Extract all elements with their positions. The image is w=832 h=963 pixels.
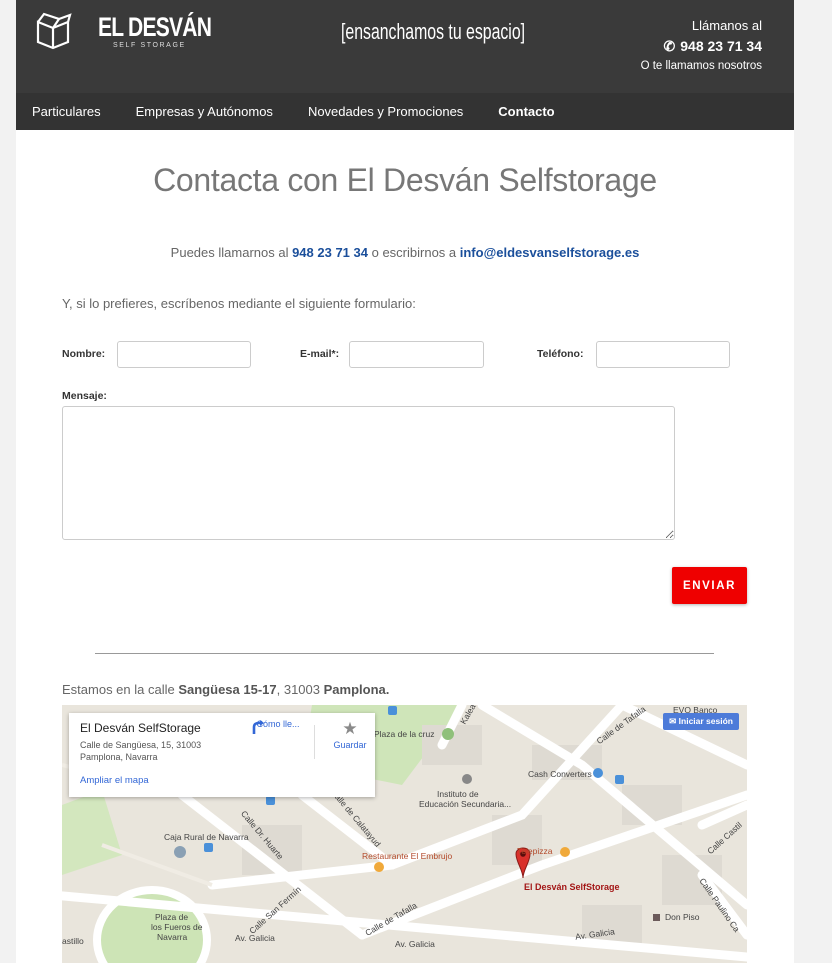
- map-label-galicia-2: Av. Galicia: [395, 939, 435, 949]
- brand-name[interactable]: EL DESVÁN: [98, 12, 212, 43]
- slogan: [ensanchamos tu espacio]: [341, 19, 526, 44]
- email-label: E-mail*:: [300, 348, 340, 360]
- send-button[interactable]: ENVIAR: [672, 567, 747, 604]
- map-label-cash-converters: Cash Converters: [528, 769, 592, 779]
- location-city: Pamplona.: [323, 682, 390, 697]
- brand-subtitle: SELF STORAGE: [113, 42, 186, 49]
- directions-button[interactable]: Cómo lle...: [250, 719, 306, 734]
- map-label-plaza-fueros-3: Navarra: [157, 932, 188, 942]
- location-pre: Estamos en la calle: [62, 682, 179, 697]
- nav-item-contacto[interactable]: Contacto: [498, 104, 554, 119]
- map-marker-label[interactable]: El Desván SelfStorage: [524, 882, 620, 892]
- phone-icon: ✆: [663, 38, 676, 54]
- contact-pre: Puedes llamarnos al: [170, 245, 293, 260]
- name-label: Nombre:: [62, 348, 106, 360]
- phone-field[interactable]: [596, 341, 730, 368]
- contact-email-link[interactable]: info@eldesvanselfstorage.es: [460, 245, 640, 260]
- phone-label: Teléfono:: [537, 348, 584, 360]
- message-field[interactable]: [62, 406, 675, 540]
- map-card-title: El Desván SelfStorage: [80, 721, 201, 735]
- map-label-plaza-cruz: Plaza de la cruz: [374, 729, 435, 739]
- nav-item-empresas[interactable]: Empresas y Autónomos: [136, 104, 273, 119]
- header-phone[interactable]: ✆ 948 23 71 34: [641, 38, 762, 55]
- page: EL DESVÁN SELF STORAGE [ensanchamos tu e…: [16, 0, 794, 963]
- map-label-galicia-1: Av. Galicia: [235, 933, 275, 943]
- name-field[interactable]: [117, 341, 251, 368]
- call-box: Llámanos al ✆ 948 23 71 34 O te llamamos …: [641, 18, 762, 72]
- user-icon: ✉: [669, 716, 677, 726]
- site-header: EL DESVÁN SELF STORAGE [ensanchamos tu e…: [16, 0, 794, 93]
- page-title: Contacta con El Desván Selfstorage: [153, 162, 657, 198]
- location-mid: , 31003: [276, 682, 324, 697]
- map-label-don-piso: Don Piso: [665, 912, 700, 922]
- map-signin-button[interactable]: ✉ Iniciar sesión: [663, 713, 739, 730]
- contact-phone-link[interactable]: 948 23 71 34: [292, 245, 368, 260]
- map-label-plaza-fueros-1: Plaza de: [155, 912, 189, 922]
- callback-link[interactable]: O te llamamos nosotros: [641, 60, 762, 72]
- map-label-instituto-2: Educación Secundaria...: [419, 799, 512, 809]
- call-label: Llámanos al: [691, 18, 762, 33]
- header-phone-number[interactable]: 948 23 71 34: [680, 38, 762, 54]
- card-separator: [314, 725, 315, 759]
- main-nav: Particulares Empresas y Autónomos Noveda…: [16, 93, 794, 130]
- map-embed[interactable]: Plaza de la cruz Kalea Cash Converters E…: [62, 705, 747, 963]
- map-card-address-line-2: Pamplona, Navarra: [80, 752, 158, 762]
- divider: [95, 653, 714, 654]
- star-icon: ★: [342, 719, 358, 738]
- form-intro: Y, si lo prefieres, escríbenos mediante …: [62, 296, 416, 311]
- map-info-card: El Desván SelfStorage Calle de Sangüesa,…: [69, 713, 375, 797]
- directions-icon: [252, 720, 264, 734]
- map-label-castillo: astillo: [62, 936, 84, 946]
- location-text: Estamos en la calle Sangüesa 15-17, 3100…: [62, 682, 389, 697]
- enlarge-map-link[interactable]: Ampliar el mapa: [80, 775, 149, 786]
- save-place-label: Guardar: [333, 740, 367, 750]
- map-card-address: Calle de Sangüesa, 15, 31003 Pamplona, N…: [80, 739, 220, 763]
- map-label-embrujo: Restaurante El Embrujo: [362, 851, 453, 861]
- location-street: Sangüesa 15-17: [178, 682, 277, 697]
- nav-item-novedades[interactable]: Novedades y Promociones: [308, 104, 463, 119]
- nav-item-particulares[interactable]: Particulares: [32, 104, 101, 119]
- message-label: Mensaje:: [62, 390, 107, 402]
- map-label-instituto-1: Instituto de: [437, 789, 479, 799]
- map-card-address-line-1: Calle de Sangüesa, 15, 31003: [80, 740, 202, 750]
- map-label-telepizza: Telepizza: [517, 846, 553, 856]
- save-place-button[interactable]: ★ Guardar: [322, 719, 378, 750]
- contact-mid: o escribirnos a: [367, 245, 460, 260]
- map-label-caja-rural: Caja Rural de Navarra: [164, 832, 249, 842]
- email-field[interactable]: [349, 341, 484, 368]
- box-logo-icon[interactable]: [34, 10, 72, 50]
- contact-line: Puedes llamarnos al 948 23 71 34 o escri…: [16, 245, 794, 260]
- map-signin-label: Iniciar sesión: [678, 716, 733, 726]
- map-label-plaza-fueros-2: los Fueros de: [151, 922, 203, 932]
